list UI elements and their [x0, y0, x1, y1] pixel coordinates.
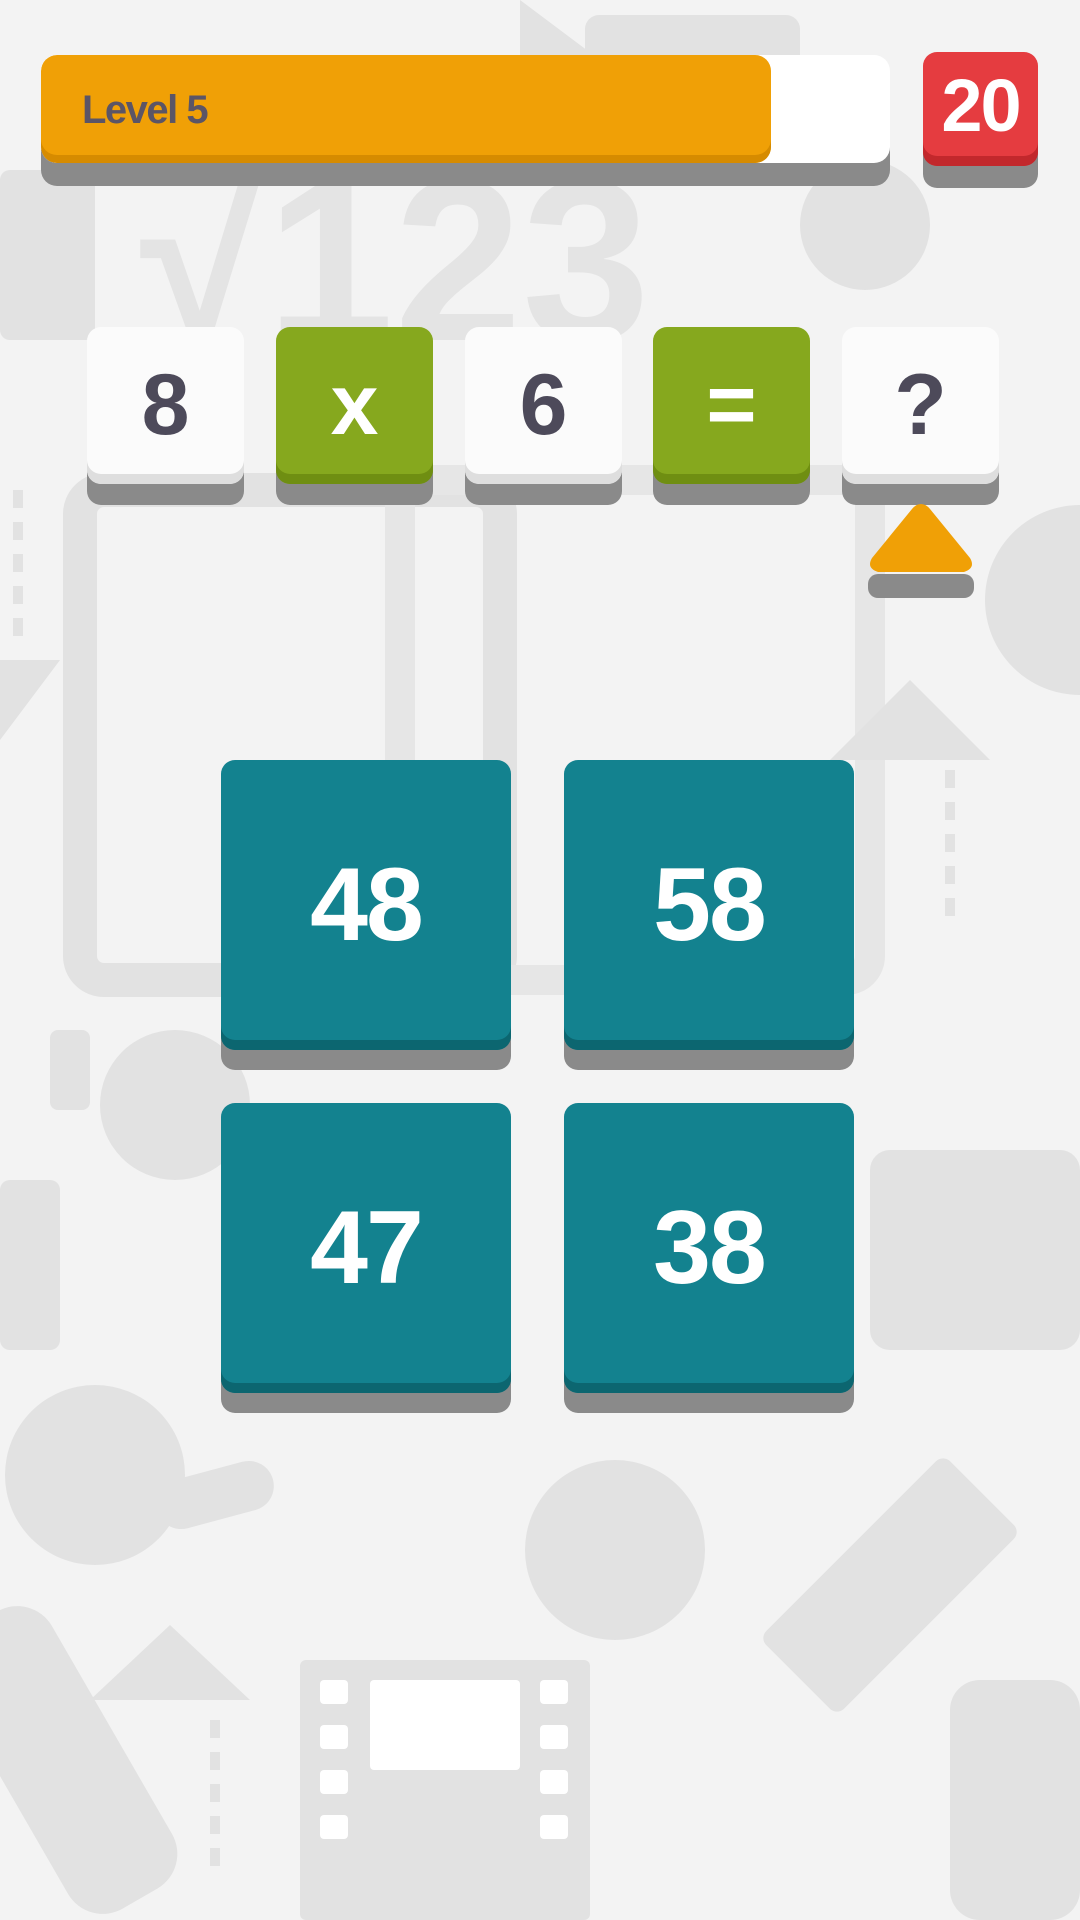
answer-button-1[interactable]: 48 — [221, 760, 511, 1050]
equation-operator: x — [276, 327, 433, 484]
background-doodles: √123 — [0, 0, 1080, 1920]
answer-button-3[interactable]: 47 — [221, 1103, 511, 1393]
level-label: Level 5 — [82, 88, 209, 132]
equation-operand-1: 8 — [87, 327, 244, 484]
pointer-up-icon — [870, 504, 972, 572]
equation-answer-slot: ? — [842, 327, 999, 484]
answer-button-4[interactable]: 38 — [564, 1103, 854, 1393]
equation-operand-2: 6 — [465, 327, 622, 484]
equation-equals: = — [653, 327, 810, 484]
countdown-timer: 20 — [923, 52, 1038, 166]
answer-button-2[interactable]: 58 — [564, 760, 854, 1050]
